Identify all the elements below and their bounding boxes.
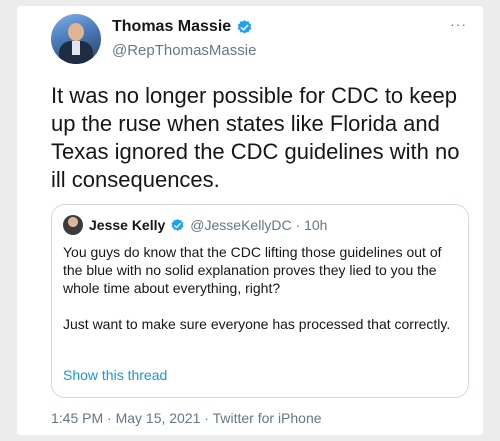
more-options-icon[interactable]: ··· (450, 16, 467, 32)
quoted-author-handle[interactable]: @JesseKellyDC (190, 217, 291, 233)
quoted-tweet-header: Jesse Kelly @JesseKellyDC · 10h (63, 215, 327, 235)
tweet-timestamp-source[interactable]: 1:45 PM · May 15, 2021 · Twitter for iPh… (51, 410, 322, 426)
author-name[interactable]: Thomas Massie (112, 18, 231, 36)
quoted-paragraph-1: You guys do know that the CDC lifting th… (63, 244, 442, 296)
avatar-shirt (72, 41, 80, 55)
quoted-paragraph-2: Just want to make sure everyone has proc… (63, 316, 451, 332)
quoted-tweet-time[interactable]: 10h (304, 217, 327, 233)
tweet-card: Thomas Massie @RepThomasMassie ··· It wa… (17, 6, 483, 435)
author-handle[interactable]: @RepThomasMassie (112, 42, 256, 59)
quoted-tweet-text: You guys do know that the CDC lifting th… (63, 243, 463, 351)
meta-separator: · (291, 217, 305, 233)
tweet-text: It was no longer possible for CDC to kee… (51, 83, 460, 192)
quoted-author-name[interactable]: Jesse Kelly (89, 217, 165, 233)
author-avatar[interactable] (51, 14, 101, 64)
quoted-author-avatar[interactable] (63, 215, 83, 235)
avatar-head (68, 23, 84, 41)
show-thread-link[interactable]: Show this thread (63, 367, 167, 383)
verified-badge-icon (171, 218, 184, 231)
author-name-row: Thomas Massie (112, 18, 253, 36)
quoted-tweet[interactable]: Jesse Kelly @JesseKellyDC · 10h You guys… (51, 204, 469, 398)
tweet-header: Thomas Massie @RepThomasMassie ··· (51, 14, 471, 74)
verified-badge-icon (237, 19, 252, 34)
